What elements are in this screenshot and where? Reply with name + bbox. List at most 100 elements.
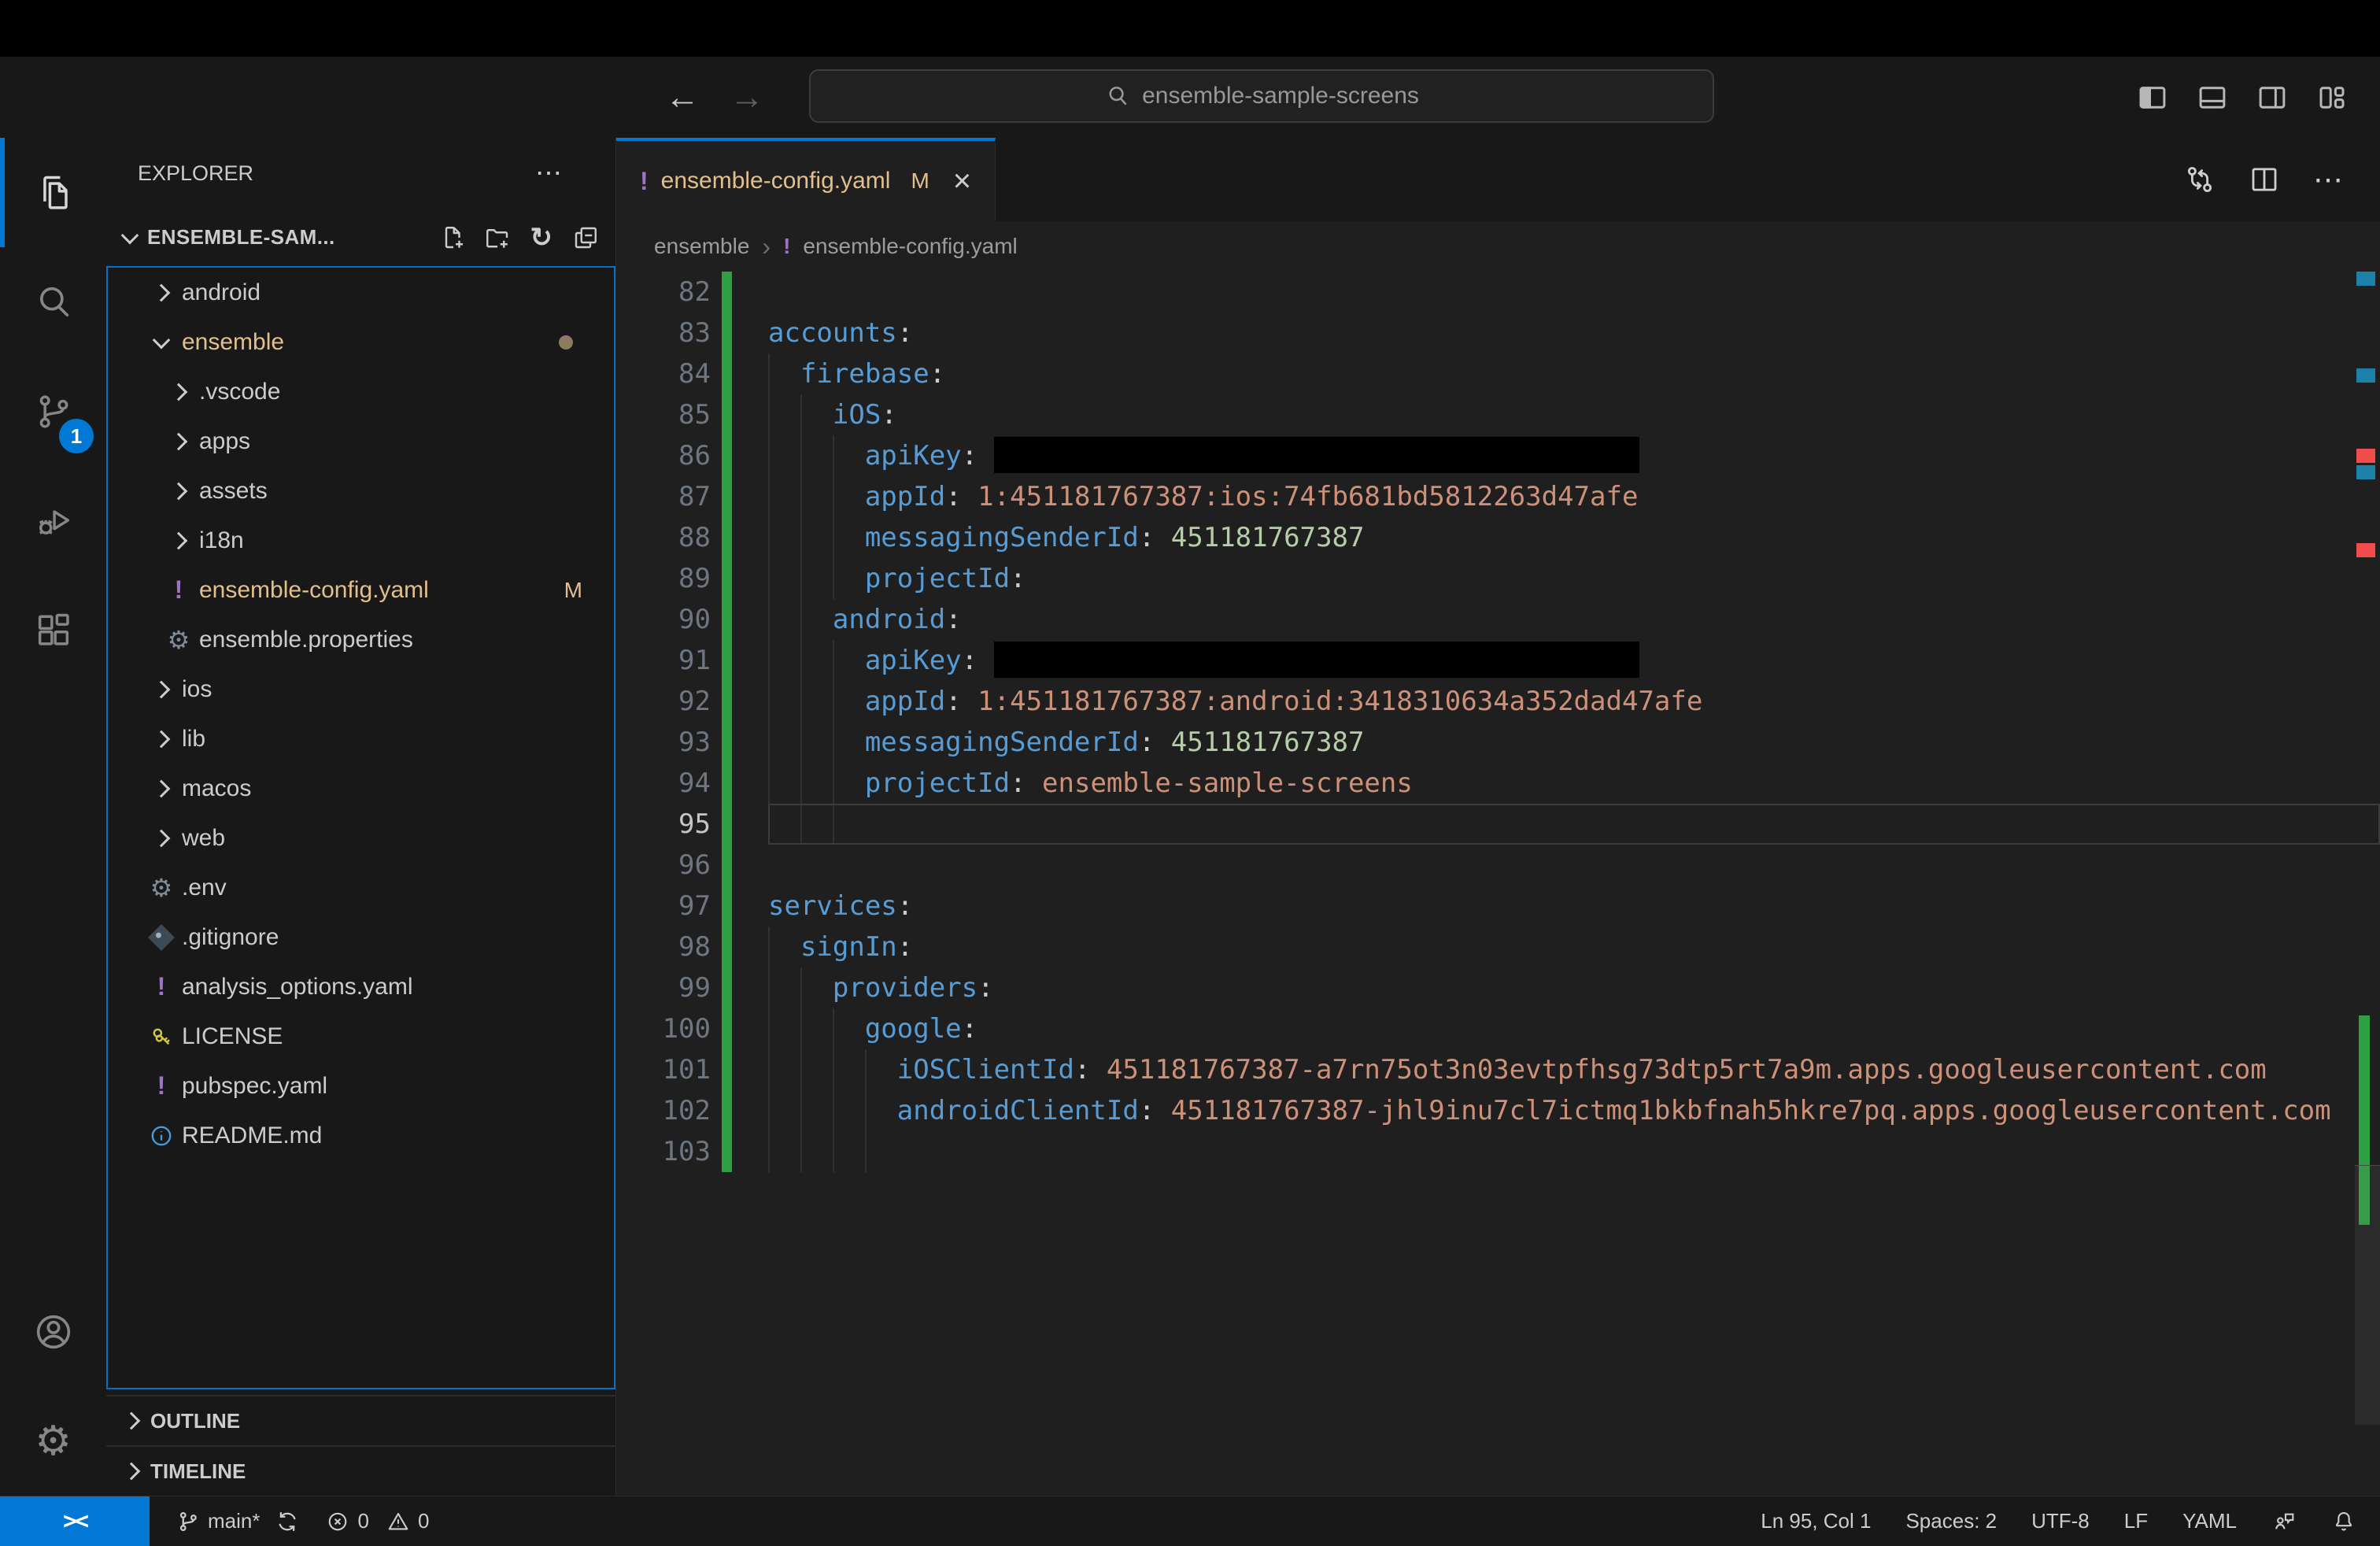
code-line-100[interactable]: 100 google:: [616, 1008, 2380, 1049]
info-icon: [149, 1123, 174, 1148]
tree-item-apps[interactable]: apps: [108, 416, 614, 466]
code-line-101[interactable]: 101 iOSClientId: 451181767387-a7rn75ot3n…: [616, 1049, 2380, 1090]
tree-item-macos[interactable]: macos: [108, 764, 614, 813]
gutter-added-indicator: [722, 926, 732, 967]
code-line-87[interactable]: 87 appId: 1:451181767387:ios:74fb681bd58…: [616, 476, 2380, 517]
toggle-panel-icon[interactable]: [2196, 81, 2229, 114]
yaml-icon: !: [175, 575, 183, 605]
editor[interactable]: 8283accounts:84 firebase:85 iOS:86 apiKe…: [616, 272, 2380, 1496]
gutter-added-indicator: [722, 353, 732, 394]
chevron-right-icon: [170, 531, 188, 549]
sync-icon[interactable]: [275, 1510, 299, 1533]
explorer-section-header[interactable]: ENSEMBLE-SAM... ↻: [106, 209, 615, 266]
tree-item-lib[interactable]: lib: [108, 714, 614, 764]
gutter-added-indicator: [722, 558, 732, 599]
tree-item-license[interactable]: LICENSE: [108, 1012, 614, 1061]
gutter-added-indicator: [722, 967, 732, 1008]
code-line-83[interactable]: 83accounts:: [616, 313, 2380, 353]
code-line-96[interactable]: 96: [616, 845, 2380, 886]
activitybar-settings-gear-icon[interactable]: ⚙: [0, 1386, 106, 1496]
code-line-82[interactable]: 82: [616, 272, 2380, 313]
code-line-99[interactable]: 99 providers:: [616, 967, 2380, 1008]
nav-back-button[interactable]: ←: [665, 78, 700, 117]
chevron-right-icon: [170, 482, 188, 500]
status-encoding[interactable]: UTF-8: [2031, 1509, 2090, 1533]
nav-forward-button[interactable]: →: [730, 78, 764, 117]
refresh-icon[interactable]: ↻: [527, 224, 556, 252]
tree-item--vscode[interactable]: .vscode: [108, 367, 614, 416]
timeline-section-header[interactable]: TIMELINE: [106, 1445, 615, 1496]
outline-label: OUTLINE: [150, 1409, 240, 1433]
tree-item-pubspec-yaml[interactable]: !pubspec.yaml: [108, 1061, 614, 1111]
tree-item-i18n[interactable]: i18n: [108, 516, 614, 565]
tree-item--gitignore[interactable]: .gitignore: [108, 912, 614, 962]
chevron-right-icon: [153, 730, 171, 748]
new-file-icon[interactable]: [439, 224, 468, 252]
code-line-89[interactable]: 89 projectId:: [616, 558, 2380, 599]
split-editor-icon[interactable]: [2248, 163, 2281, 196]
status-line-col[interactable]: Ln 95, Col 1: [1761, 1509, 1871, 1533]
collapse-folders-icon[interactable]: [571, 224, 600, 252]
explorer-more-actions-icon[interactable]: ⋯: [535, 157, 562, 189]
code-line-86[interactable]: 86 apiKey:: [616, 435, 2380, 476]
gutter-added-indicator: [722, 886, 732, 926]
tree-item-ensemble[interactable]: ensemble: [108, 317, 614, 367]
toggle-secondary-sidebar-icon[interactable]: [2256, 81, 2289, 114]
tree-item-ensemble-properties[interactable]: ⚙ensemble.properties: [108, 615, 614, 664]
code-line-84[interactable]: 84 firebase:: [616, 353, 2380, 394]
tree-item--env[interactable]: ⚙.env: [108, 863, 614, 912]
editor-more-actions-icon[interactable]: ⋯: [2312, 163, 2345, 196]
tree-item-analysis-options-yaml[interactable]: !analysis_options.yaml: [108, 962, 614, 1012]
code-line-94[interactable]: 94 projectId: ensemble-sample-screens: [616, 763, 2380, 804]
scrollbar-slider[interactable]: [2355, 1165, 2380, 1425]
activitybar-source-control-icon[interactable]: 1: [0, 357, 106, 466]
code-line-85[interactable]: 85 iOS:: [616, 394, 2380, 435]
feedback-icon[interactable]: [2271, 1509, 2297, 1534]
tab-ensemble-config-yaml[interactable]: ! ensemble-config.yaml M ×: [616, 138, 996, 221]
bell-icon[interactable]: [2331, 1509, 2356, 1534]
code-line-98[interactable]: 98 signIn:: [616, 926, 2380, 967]
activitybar-explorer-icon[interactable]: [0, 138, 106, 247]
problems-status[interactable]: 0 0: [326, 1509, 429, 1533]
file-tree: androidensemble.vscodeappsassetsi18n!ens…: [106, 266, 615, 1389]
activitybar-account-icon[interactable]: [0, 1277, 106, 1386]
overview-ruler[interactable]: [2352, 272, 2380, 1496]
code-line-102[interactable]: 102 androidClientId: 451181767387-jhl9in…: [616, 1090, 2380, 1131]
search-icon: [1104, 83, 1131, 109]
tree-item-android[interactable]: android: [108, 268, 614, 317]
code-line-97[interactable]: 97services:: [616, 886, 2380, 926]
gutter-added-indicator: [722, 272, 732, 313]
tree-item-readme-md[interactable]: README.md: [108, 1111, 614, 1160]
tab-close-icon[interactable]: ×: [953, 165, 971, 197]
tree-item-ios[interactable]: ios: [108, 664, 614, 714]
activitybar-extensions-icon[interactable]: [0, 575, 106, 685]
breadcrumb-folder[interactable]: ensemble: [654, 234, 749, 259]
tree-item-assets[interactable]: assets: [108, 466, 614, 516]
git-branch-status[interactable]: main*: [176, 1509, 299, 1533]
code-line-93[interactable]: 93 messagingSenderId: 451181767387: [616, 722, 2380, 763]
new-folder-icon[interactable]: [483, 224, 512, 252]
customize-layout-icon[interactable]: [2315, 81, 2349, 114]
code-line-92[interactable]: 92 appId: 1:451181767387:android:3418310…: [616, 681, 2380, 722]
toggle-primary-sidebar-icon[interactable]: [2136, 81, 2169, 114]
yaml-icon: !: [157, 1071, 166, 1100]
code-line-91[interactable]: 91 apiKey:: [616, 640, 2380, 681]
tree-item-ensemble-config-yaml[interactable]: !ensemble-config.yamlM: [108, 565, 614, 615]
status-eol[interactable]: LF: [2124, 1509, 2148, 1533]
code-line-88[interactable]: 88 messagingSenderId: 451181767387: [616, 517, 2380, 558]
open-changes-icon[interactable]: [2183, 163, 2216, 196]
modified-badge: M: [564, 578, 582, 603]
outline-section-header[interactable]: OUTLINE: [106, 1395, 615, 1445]
tree-item-web[interactable]: web: [108, 813, 614, 863]
activitybar-run-debug-icon[interactable]: [0, 466, 106, 575]
yaml-icon: !: [157, 972, 166, 1001]
status-indentation[interactable]: Spaces: 2: [1905, 1509, 1997, 1533]
breadcrumb-file[interactable]: ensemble-config.yaml: [803, 234, 1017, 259]
status-language[interactable]: YAML: [2182, 1509, 2237, 1533]
remote-indicator[interactable]: ><: [0, 1496, 150, 1546]
command-center-search[interactable]: ensemble-sample-screens: [809, 69, 1714, 123]
code-line-90[interactable]: 90 android:: [616, 599, 2380, 640]
code-line-103[interactable]: 103: [616, 1131, 2380, 1172]
activitybar-search-icon[interactable]: [0, 247, 106, 357]
code-line-95[interactable]: 95: [616, 804, 2380, 845]
